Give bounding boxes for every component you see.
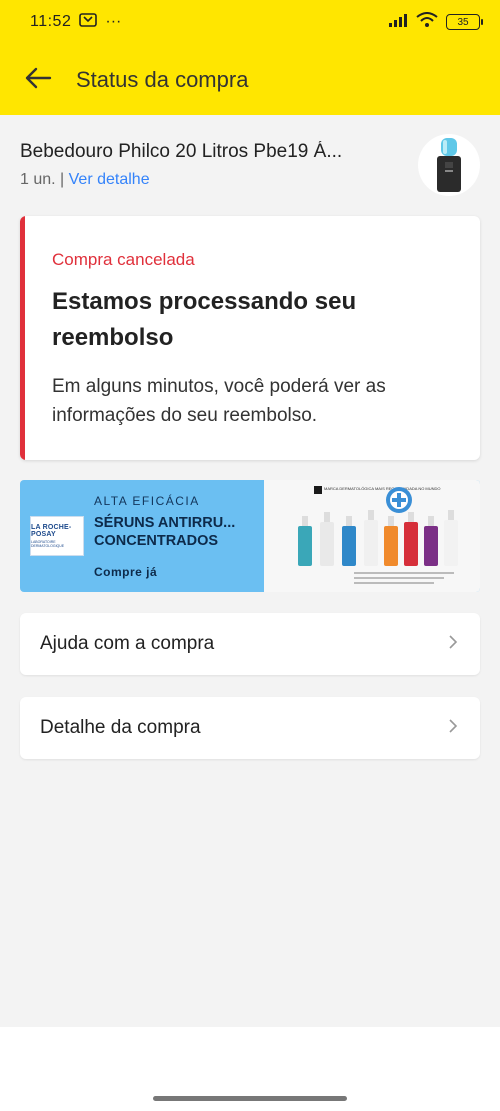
battery-icon: 35 [446, 14, 483, 30]
clock: 11:52 [30, 13, 72, 30]
water-dispenser-image [437, 138, 461, 192]
product-quantity: 1 un. | [20, 171, 69, 188]
top-app-bar: 11:52 ··· 35 Status da compra [0, 0, 500, 115]
purchase-status-screen: 11:52 ··· 35 Status da compra Bebedouro … [0, 0, 500, 1111]
status-label: Compra cancelada [52, 250, 195, 269]
banner-cta[interactable]: Compre já [94, 565, 157, 579]
view-detail-link[interactable]: Ver detalhe [69, 171, 150, 188]
more-notifications-icon: ··· [105, 13, 122, 30]
help-with-purchase-row[interactable]: Ajuda com a compra [20, 613, 480, 675]
status-description: Em alguns minutos, você poderá ver as in… [52, 376, 386, 426]
status-bar: 11:52 ··· 35 [0, 0, 500, 44]
home-indicator[interactable] [153, 1096, 347, 1101]
wifi-icon [416, 11, 438, 33]
header: Status da compra [0, 52, 500, 108]
brand-logo-subtext: LABORATOIRE DERMATOLOGIQUE [31, 540, 65, 548]
brand-logo: LA ROCHE-POSAY LABORATOIRE DERMATOLOGIQU… [30, 516, 84, 556]
signal-icon [388, 13, 408, 32]
refund-status-card: Compra cancelada Estamos processando seu… [20, 216, 480, 460]
page-title: Status da compra [76, 67, 249, 92]
banner-headline: SÉRUNS ANTIRRU... CONCENTRADOS [94, 515, 236, 549]
back-button[interactable] [8, 52, 68, 108]
chevron-right-icon [446, 718, 460, 738]
banner-product-image: MARCA DERMATOLÓGICA MAIS RECOMENDADA NO … [264, 480, 480, 592]
product-name: Bebedouro Philco 20 Litros Pbe19 Á... [20, 141, 343, 162]
status-title: Estamos processando seu reembolso [52, 288, 357, 351]
banner-eyebrow: ALTA EFICÁCIA [94, 494, 200, 508]
banner-badge-text: MARCA DERMATOLÓGICA MAIS RECOMENDADA NO … [324, 486, 441, 491]
product-summary: Bebedouro Philco 20 Litros Pbe19 Á... 1 … [0, 115, 500, 215]
notification-icon [79, 12, 98, 32]
product-meta: 1 un. | Ver detalhe [20, 171, 418, 189]
purchase-detail-label: Detalhe da compra [40, 717, 201, 738]
product-thumbnail[interactable] [418, 134, 480, 196]
purchase-detail-row[interactable]: Detalhe da compra [20, 697, 480, 759]
chevron-right-icon [446, 634, 460, 654]
brand-logo-text: LA ROCHE-POSAY [31, 524, 72, 538]
ad-banner[interactable]: LA ROCHE-POSAY LABORATOIRE DERMATOLOGIQU… [20, 480, 480, 592]
help-with-purchase-label: Ajuda com a compra [40, 633, 215, 654]
status-accent-bar [20, 216, 25, 460]
arrow-left-icon [24, 67, 52, 94]
